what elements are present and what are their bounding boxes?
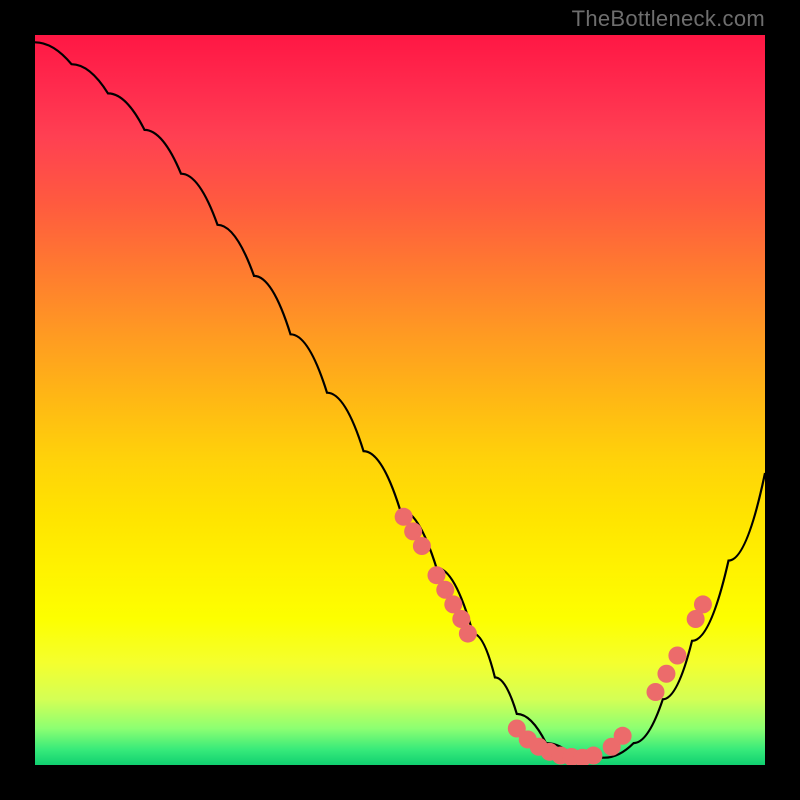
highlight-point [668,647,686,665]
chart-svg [35,35,765,765]
chart-container: TheBottleneck.com [0,0,800,800]
plot-area [35,35,765,765]
highlight-points [395,508,712,765]
highlight-point [413,537,431,555]
highlight-point [584,747,602,765]
highlight-point [459,625,477,643]
data-curve [35,42,765,757]
highlight-point [694,595,712,613]
watermark-text: TheBottleneck.com [572,6,765,32]
highlight-point [657,665,675,683]
highlight-point [614,727,632,745]
highlight-point [647,683,665,701]
